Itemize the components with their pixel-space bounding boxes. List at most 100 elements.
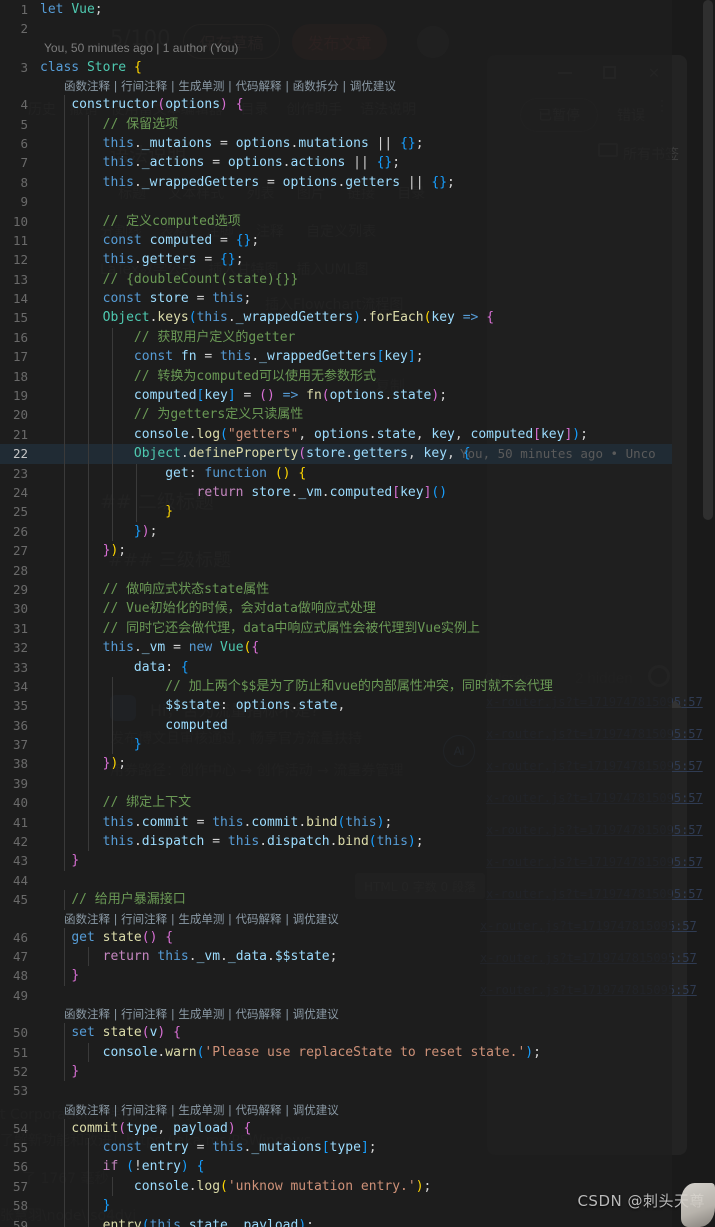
- scrollbar-thumb[interactable]: [703, 0, 713, 520]
- code-line[interactable]: 35 $$state: options.state,: [0, 696, 672, 716]
- code-line-content[interactable]: const fn = this._wrappedGetters[key];: [40, 347, 672, 367]
- code-line-content[interactable]: constructor(options) {: [40, 95, 672, 115]
- code-line[interactable]: 46 get state() {: [0, 927, 672, 947]
- code-editor[interactable]: 1 let Vue; 2 You, 50 minutes ago | 1 author…: [0, 0, 672, 1227]
- code-line-content[interactable]: Object.defineProperty(store.getters, key…: [40, 444, 672, 464]
- code-line[interactable]: 58 }: [0, 1196, 672, 1216]
- code-line-content[interactable]: computed: [40, 715, 672, 736]
- code-line[interactable]: 5 // 保留选项: [0, 114, 672, 134]
- code-line[interactable]: 32 this._vm = new Vue({: [0, 638, 672, 658]
- code-line-content[interactable]: });: [40, 754, 672, 774]
- code-line-content[interactable]: const store = this;: [40, 289, 672, 309]
- code-line-content[interactable]: }: [40, 851, 672, 871]
- code-line[interactable]: 50 set state(v) {: [0, 1023, 672, 1043]
- code-line[interactable]: 42 this.dispatch = this.dispatch.bind(th…: [0, 832, 672, 852]
- code-line-content[interactable]: this.getters = {};: [40, 250, 672, 270]
- code-line[interactable]: 45 // 给用户暴漏接口: [0, 890, 672, 910]
- code-line-content[interactable]: // {doubleCount(state){}}: [40, 269, 672, 290]
- code-line[interactable]: 27 });: [0, 541, 672, 561]
- code-line-content[interactable]: [40, 773, 672, 794]
- codelens-actions[interactable]: 函数注释 | 行间注释 | 生成单测 | 代码解释 | 函数拆分 | 调优建议: [40, 77, 396, 95]
- code-line[interactable]: 41 this.commit = this.commit.bind(this);: [0, 812, 672, 833]
- code-line-content[interactable]: [40, 560, 672, 580]
- code-line-content[interactable]: // 保留选项: [40, 114, 672, 134]
- code-line[interactable]: 4 constructor(options) {: [0, 95, 672, 115]
- code-line-content[interactable]: this._mutaions = options.mutations || {}…: [40, 133, 672, 154]
- editor-vertical-scrollbar[interactable]: [701, 0, 715, 1227]
- code-line[interactable]: 29 // 做响应式状态state属性: [0, 579, 672, 600]
- codelens-row[interactable]: 函数注释 | 行间注释 | 生成单测 | 代码解释 | 调优建议: [0, 910, 672, 928]
- code-line[interactable]: 39: [0, 773, 672, 794]
- code-line-content[interactable]: }: [40, 502, 672, 522]
- code-line-content[interactable]: computed[key] = () => fn(options.state);: [40, 386, 672, 406]
- code-line[interactable]: 49: [0, 986, 672, 1005]
- code-line[interactable]: 2: [0, 19, 672, 38]
- code-line[interactable]: 24 return store._vm.computed[key](): [0, 482, 672, 503]
- code-line-content[interactable]: // 加上两个$$是为了防止和vue的内部属性冲突，同时就不会代理: [40, 676, 672, 697]
- code-line[interactable]: 55 const entry = this._mutaions[type];: [0, 1138, 672, 1158]
- code-line-content[interactable]: }: [40, 735, 672, 755]
- code-line[interactable]: 13 // {doubleCount(state){}}: [0, 269, 672, 290]
- code-line[interactable]: 37 }: [0, 735, 672, 755]
- code-line[interactable]: 6 this._mutaions = options.mutations || …: [0, 133, 672, 154]
- code-line[interactable]: 34 // 加上两个$$是为了防止和vue的内部属性冲突，同时就不会代理: [0, 676, 672, 697]
- code-line-content[interactable]: });: [40, 521, 672, 542]
- codelens-row[interactable]: 函数注释 | 行间注释 | 生成单测 | 代码解释 | 调优建议: [0, 1005, 672, 1023]
- code-line-content[interactable]: console.warn('Please use replaceState to…: [40, 1042, 672, 1062]
- code-line[interactable]: 3 class Store {: [0, 58, 672, 77]
- code-line[interactable]: 48 }: [0, 966, 672, 986]
- code-line-content[interactable]: // 转换为computed可以使用无参数形式: [40, 366, 672, 387]
- code-line-content[interactable]: const entry = this._mutaions[type];: [40, 1138, 672, 1158]
- code-line[interactable]: 40 // 绑定上下文: [0, 793, 672, 813]
- code-line[interactable]: 54 commit(type, payload) {: [0, 1118, 672, 1139]
- code-line[interactable]: 11 const computed = {};: [0, 230, 672, 251]
- code-line[interactable]: 53: [0, 1081, 672, 1100]
- code-line[interactable]: 25 }: [0, 502, 672, 522]
- code-line-content[interactable]: data: {: [40, 657, 672, 677]
- code-line-content[interactable]: this._actions = options.actions || {};: [40, 153, 672, 173]
- code-line-content[interactable]: [40, 192, 672, 212]
- code-line-content[interactable]: console.log("getters", options.state, ke…: [40, 424, 672, 445]
- codelens-row[interactable]: 函数注释 | 行间注释 | 生成单测 | 代码解释 | 调优建议: [0, 1101, 672, 1119]
- codelens-actions[interactable]: 函数注释 | 行间注释 | 生成单测 | 代码解释 | 调优建议: [40, 1005, 339, 1023]
- code-line[interactable]: 33 data: {: [0, 657, 672, 677]
- code-line[interactable]: 38 });: [0, 754, 672, 774]
- code-line[interactable]: 7 this._actions = options.actions || {};: [0, 153, 672, 173]
- code-line-content[interactable]: this.dispatch = this.dispatch.bind(this)…: [40, 832, 672, 852]
- code-line-content[interactable]: this._vm = new Vue({: [40, 638, 672, 658]
- code-line-content[interactable]: entry(this.state, payload);: [40, 1215, 672, 1227]
- code-line[interactable]: 23 get: function () {: [0, 463, 672, 483]
- code-line[interactable]: 1 let Vue;: [0, 0, 672, 19]
- code-line-content[interactable]: }: [40, 966, 672, 986]
- code-line-content[interactable]: this._wrappedGetters = options.getters |…: [40, 172, 672, 193]
- code-line[interactable]: 14 const store = this;: [0, 289, 672, 309]
- code-line[interactable]: 8 this._wrappedGetters = options.getters…: [0, 172, 672, 193]
- codelens-actions[interactable]: 函数注释 | 行间注释 | 生成单测 | 代码解释 | 调优建议: [40, 910, 339, 928]
- code-line[interactable]: 28: [0, 560, 672, 580]
- code-line-content[interactable]: const computed = {};: [40, 230, 672, 251]
- code-line[interactable]: 31 // 同时它还会做代理，data中响应式属性会被代理到Vue实例上: [0, 618, 672, 639]
- code-line-content[interactable]: set state(v) {: [40, 1023, 672, 1043]
- code-line-content[interactable]: // 获取用户定义的getter: [40, 327, 672, 348]
- code-line-content[interactable]: }: [40, 1061, 672, 1082]
- code-line[interactable]: 10 // 定义computed选项: [0, 211, 672, 231]
- code-line-content[interactable]: [40, 19, 672, 38]
- code-line-content[interactable]: class Store {: [40, 58, 672, 77]
- code-line[interactable]: 57 console.log('unknow mutation entry.')…: [0, 1176, 672, 1197]
- code-line[interactable]: 20 // 为getters定义只读属性: [0, 405, 672, 425]
- code-line[interactable]: 56 if (!entry) {: [0, 1157, 672, 1177]
- code-line-content[interactable]: [40, 871, 672, 890]
- code-line-content[interactable]: // 做响应式状态state属性: [40, 579, 672, 600]
- codelens-actions[interactable]: 函数注释 | 行间注释 | 生成单测 | 代码解释 | 调优建议: [40, 1101, 339, 1119]
- code-line-content[interactable]: commit(type, payload) {: [40, 1118, 672, 1139]
- code-line[interactable]: 51 console.warn('Please use replaceState…: [0, 1042, 672, 1062]
- code-line-content[interactable]: this.commit = this.commit.bind(this);: [40, 812, 672, 833]
- code-line[interactable]: 9: [0, 192, 672, 212]
- code-line-content[interactable]: // 给用户暴漏接口: [40, 890, 672, 910]
- code-line-content[interactable]: get: function () {: [40, 463, 672, 483]
- code-line-content[interactable]: Object.keys(this._wrappedGetters).forEac…: [40, 308, 672, 328]
- code-line[interactable]: 36 computed: [0, 715, 672, 736]
- code-line-content[interactable]: // 同时它还会做代理，data中响应式属性会被代理到Vue实例上: [40, 618, 672, 639]
- code-line[interactable]: 15 Object.keys(this._wrappedGetters).for…: [0, 308, 672, 328]
- code-line-content[interactable]: return store._vm.computed[key](): [40, 482, 672, 503]
